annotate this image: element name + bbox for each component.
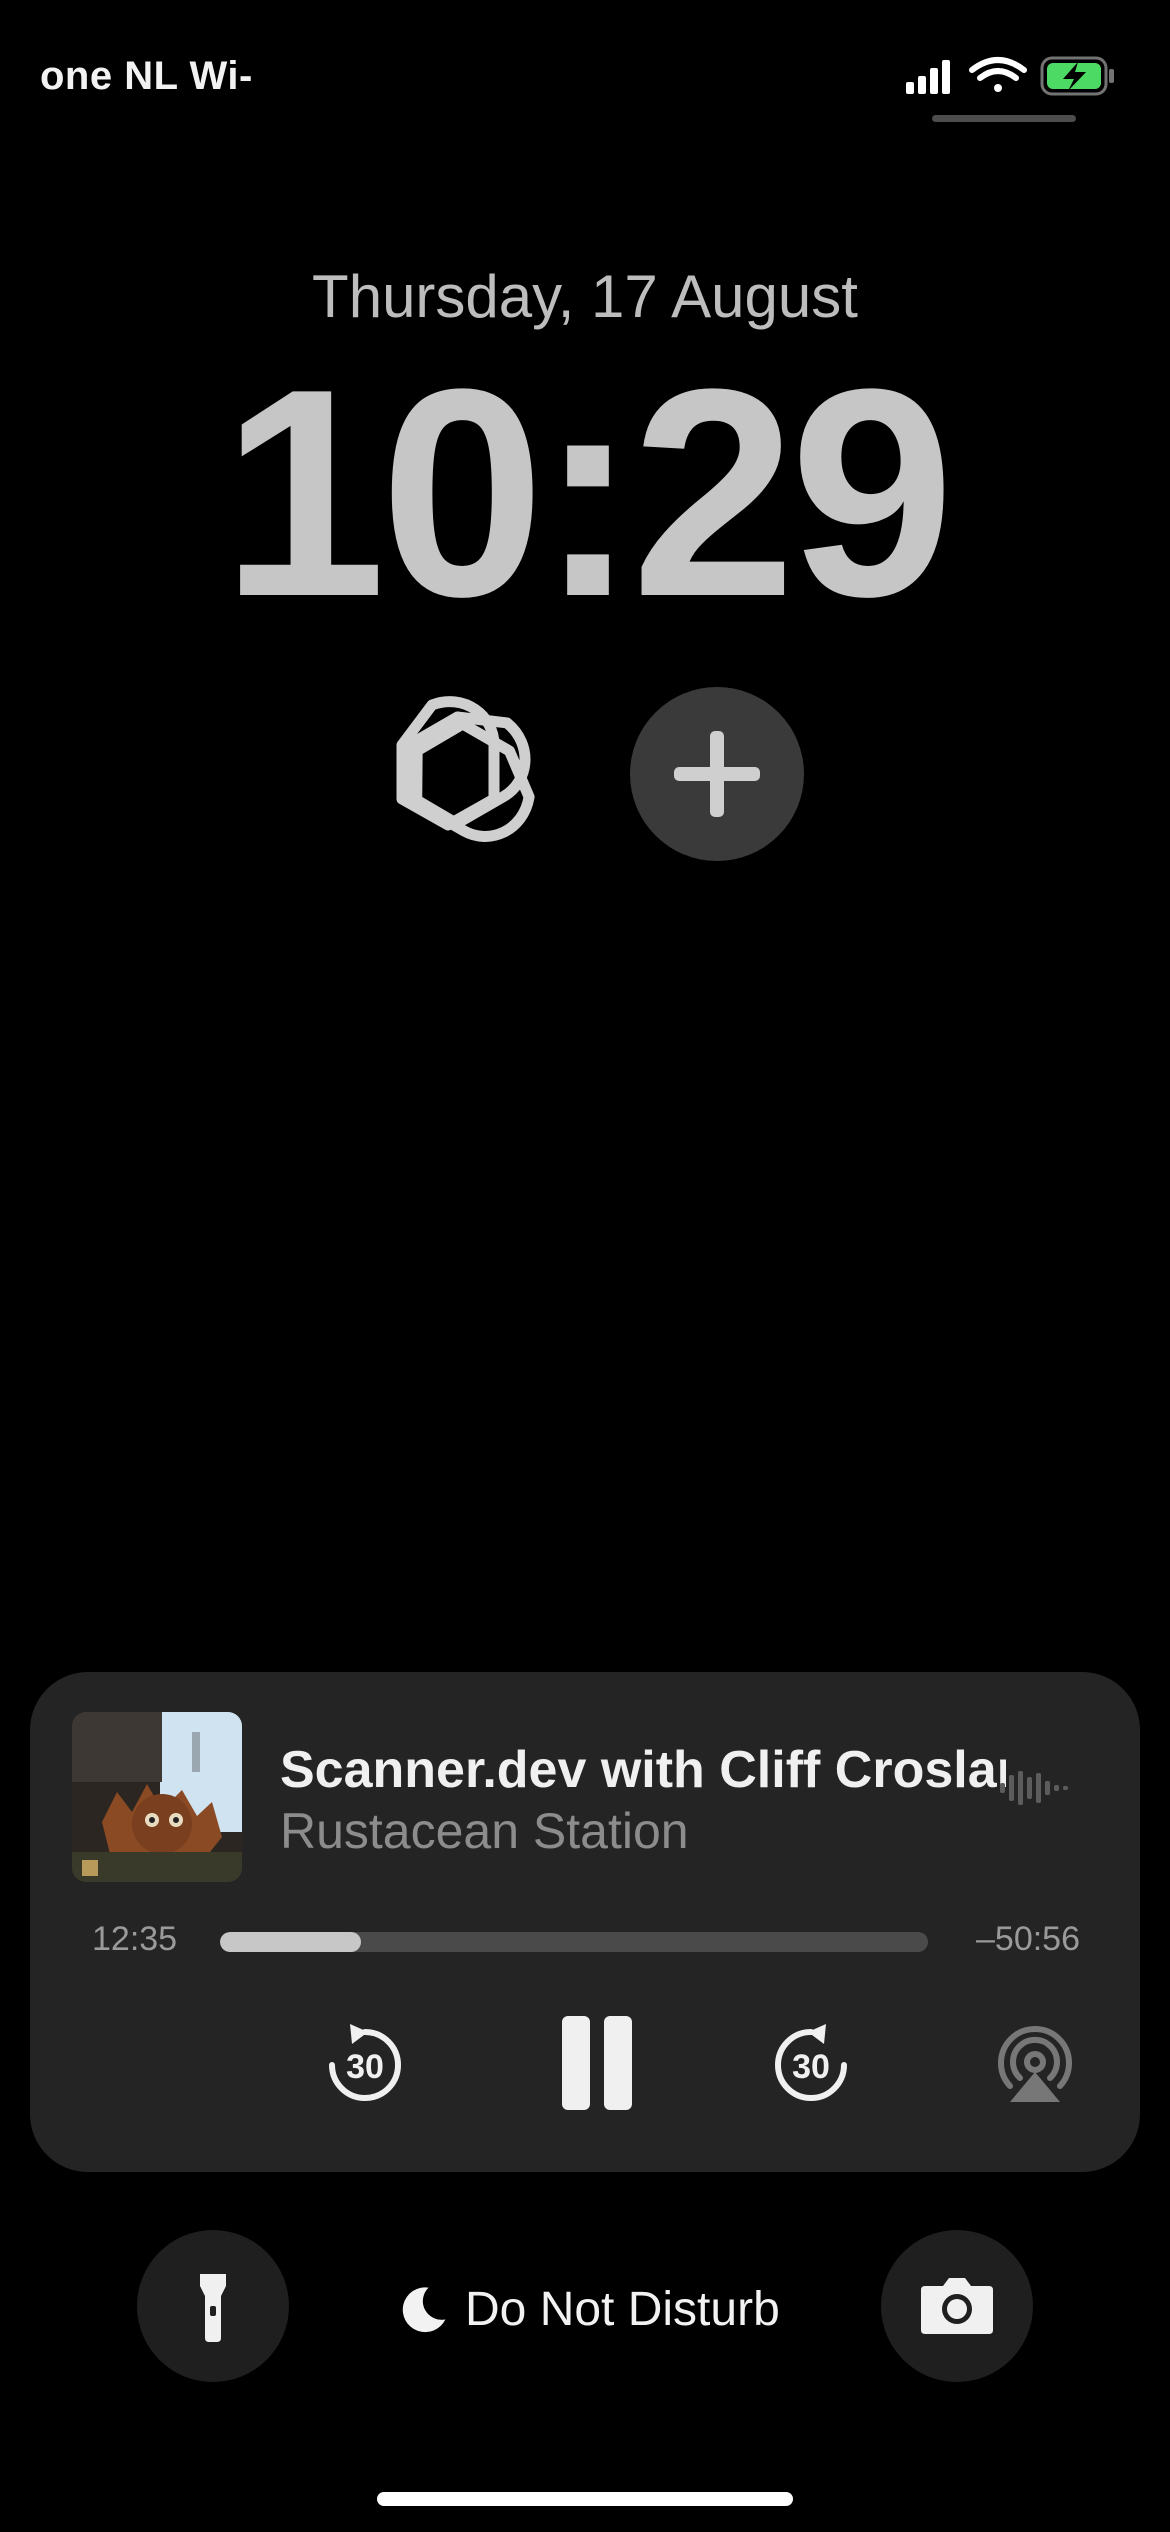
- flashlight-icon: [200, 2274, 226, 2342]
- track-title: Scanner.dev with Cliff Crosland: [280, 1741, 1006, 1799]
- elapsed-time: 12:35: [92, 1920, 178, 1958]
- flashlight-button[interactable]: [137, 2230, 289, 2382]
- moon-icon: [402, 2287, 446, 2333]
- show-name[interactable]: Rustacean Station: [280, 1802, 689, 1860]
- lock-date: Thursday, 17 August: [312, 263, 858, 330]
- remaining-time: –50:56: [976, 1920, 1080, 1958]
- album-art[interactable]: [72, 1712, 242, 1882]
- airplay-icon[interactable]: [990, 2020, 1080, 2110]
- skip-forward-30-icon[interactable]: 30: [766, 2020, 856, 2110]
- chatgpt-logo-icon[interactable]: [362, 687, 546, 871]
- home-indicator[interactable]: [377, 2492, 793, 2506]
- progress-fill: [220, 1932, 361, 1952]
- camera-button[interactable]: [881, 2230, 1033, 2382]
- carrier-label-container: one NL Wi-: [0, 50, 260, 110]
- track-title-container: Scanner.dev with Cliff Crosland: [280, 1740, 1006, 1806]
- cellular-signal-icon: [906, 60, 950, 94]
- add-widget-button[interactable]: [630, 687, 804, 861]
- camera-icon: [921, 2278, 993, 2334]
- focus-mode-label: Do Not Disturb: [465, 2283, 780, 2336]
- focus-mode-indicator[interactable]: Do Not Disturb: [395, 2280, 780, 2340]
- lock-time: 10:29: [221, 327, 954, 658]
- status-icons: [906, 56, 1114, 96]
- skip-back-seconds: 30: [346, 2048, 384, 2086]
- carrier-label: one NL Wi-: [40, 54, 253, 98]
- skip-back-30-icon[interactable]: 30: [320, 2020, 410, 2110]
- status-indicator-line: [932, 115, 1076, 122]
- wifi-icon: [969, 57, 1027, 92]
- audio-waveform-icon: [1000, 1771, 1068, 1805]
- battery-charging-icon: [1040, 56, 1114, 96]
- pause-button[interactable]: [544, 2016, 634, 2116]
- skip-forward-seconds: 30: [792, 2048, 830, 2086]
- now-playing-card[interactable]: Scanner.dev with Cliff Crosland Rustacea…: [30, 1672, 1140, 2172]
- progress-scrubber[interactable]: [220, 1932, 928, 1952]
